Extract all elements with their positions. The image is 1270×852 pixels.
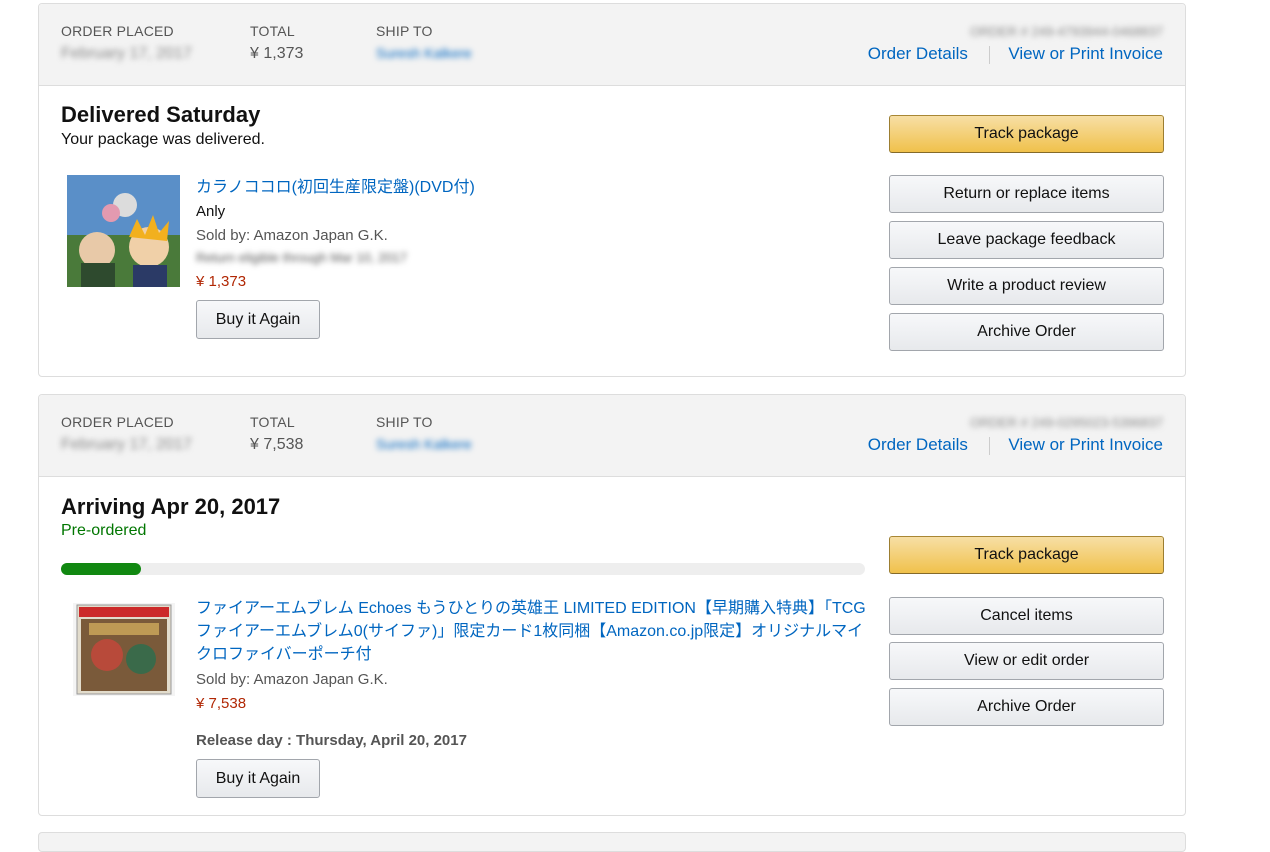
view-invoice-link[interactable]: View or Print Invoice xyxy=(1008,44,1163,63)
product-image[interactable] xyxy=(67,175,180,287)
return-replace-button[interactable]: Return or replace items xyxy=(889,175,1164,213)
order-placed: ORDER PLACED February 17, 2017 xyxy=(61,414,192,454)
total-value: ¥ 7,538 xyxy=(250,436,304,453)
link-divider xyxy=(988,45,990,64)
shipment-substatus: Your package was delivered. xyxy=(61,131,265,148)
buy-again-button[interactable]: Buy it Again xyxy=(196,759,320,798)
ship-to-name-link[interactable]: Suresh Kalkere xyxy=(376,45,472,61)
order-placed-label: ORDER PLACED xyxy=(61,414,174,430)
order-card: ORDER PLACED February 17, 2017 TOTAL ¥ 7… xyxy=(38,394,1186,816)
order-number: ORDER # 249-0295023-5396837 xyxy=(970,415,1163,430)
preorder-status: Pre-ordered xyxy=(61,522,147,539)
order-placed: ORDER PLACED February 17, 2017 xyxy=(61,23,192,63)
order-header: ORDER PLACED February 17, 2017 TOTAL ¥ 7… xyxy=(39,395,1185,477)
product-artist: Anly xyxy=(196,203,226,220)
order-card: ORDER PLACED February 17, 2017 TOTAL ¥ 1… xyxy=(38,3,1186,377)
order-placed-date: February 17, 2017 xyxy=(61,436,192,453)
ship-to-name-link[interactable]: Suresh Kalkere xyxy=(376,436,472,452)
view-edit-order-button[interactable]: View or edit order xyxy=(889,642,1164,680)
product-title-link[interactable]: ファイアーエムブレム Echoes もうひとりの英雄王 LIMITED EDIT… xyxy=(196,597,866,666)
ship-to: SHIP TO Suresh Kalkere xyxy=(376,414,472,452)
shipment-status: Arriving Apr 20, 2017 xyxy=(61,494,281,519)
shipment-status: Delivered Saturday xyxy=(61,102,261,127)
release-day: Release day : Thursday, April 20, 2017 xyxy=(196,732,467,749)
order-header: ORDER PLACED February 17, 2017 TOTAL ¥ 1… xyxy=(39,4,1185,86)
product-title-link[interactable]: カラノココロ(初回生産限定盤)(DVD付) xyxy=(196,176,866,199)
track-package-button[interactable]: Track package xyxy=(889,536,1164,574)
ship-to-label: SHIP TO xyxy=(376,414,433,430)
sold-by: Sold by: Amazon Japan G.K. xyxy=(196,671,388,688)
order-placed-date: February 17, 2017 xyxy=(61,45,192,62)
package-feedback-button[interactable]: Leave package feedback xyxy=(889,221,1164,259)
order-details-link[interactable]: Order Details xyxy=(868,435,968,454)
order-total: TOTAL ¥ 7,538 xyxy=(250,414,303,454)
anime-cover-art xyxy=(67,175,180,287)
sold-by: Sold by: Amazon Japan G.K. xyxy=(196,227,388,244)
ship-to: SHIP TO Suresh Kalkere xyxy=(376,23,472,61)
ship-to-label: SHIP TO xyxy=(376,23,433,39)
order-total: TOTAL ¥ 1,373 xyxy=(250,23,303,63)
order-card-next xyxy=(38,832,1186,852)
order-placed-label: ORDER PLACED xyxy=(61,23,174,39)
write-review-button[interactable]: Write a product review xyxy=(889,267,1164,305)
total-label: TOTAL xyxy=(250,23,295,39)
track-package-button[interactable]: Track package xyxy=(889,115,1164,153)
buy-again-button[interactable]: Buy it Again xyxy=(196,300,320,339)
item-price: ¥ 1,373 xyxy=(196,273,247,290)
total-label: TOTAL xyxy=(250,414,295,430)
shipment-progress-fill xyxy=(61,563,142,575)
cancel-items-button[interactable]: Cancel items xyxy=(889,597,1164,635)
product-image[interactable] xyxy=(73,603,175,696)
link-divider xyxy=(988,436,990,455)
order-header-links: Order Details View or Print Invoice xyxy=(868,435,1163,455)
order-details-link[interactable]: Order Details xyxy=(868,44,968,63)
order-header-links: Order Details View or Print Invoice xyxy=(868,44,1163,64)
archive-order-button[interactable]: Archive Order xyxy=(889,688,1164,726)
archive-order-button[interactable]: Archive Order xyxy=(889,313,1164,351)
view-invoice-link[interactable]: View or Print Invoice xyxy=(1008,435,1163,454)
item-price: ¥ 7,538 xyxy=(196,695,247,712)
shipment-progress-bar xyxy=(61,563,865,575)
order-number: ORDER # 249-4793944-0468837 xyxy=(970,24,1163,39)
total-value: ¥ 1,373 xyxy=(250,45,304,62)
return-eligibility: Return eligible through Mar 10, 2017 xyxy=(196,250,408,265)
game-box-art xyxy=(73,603,175,696)
